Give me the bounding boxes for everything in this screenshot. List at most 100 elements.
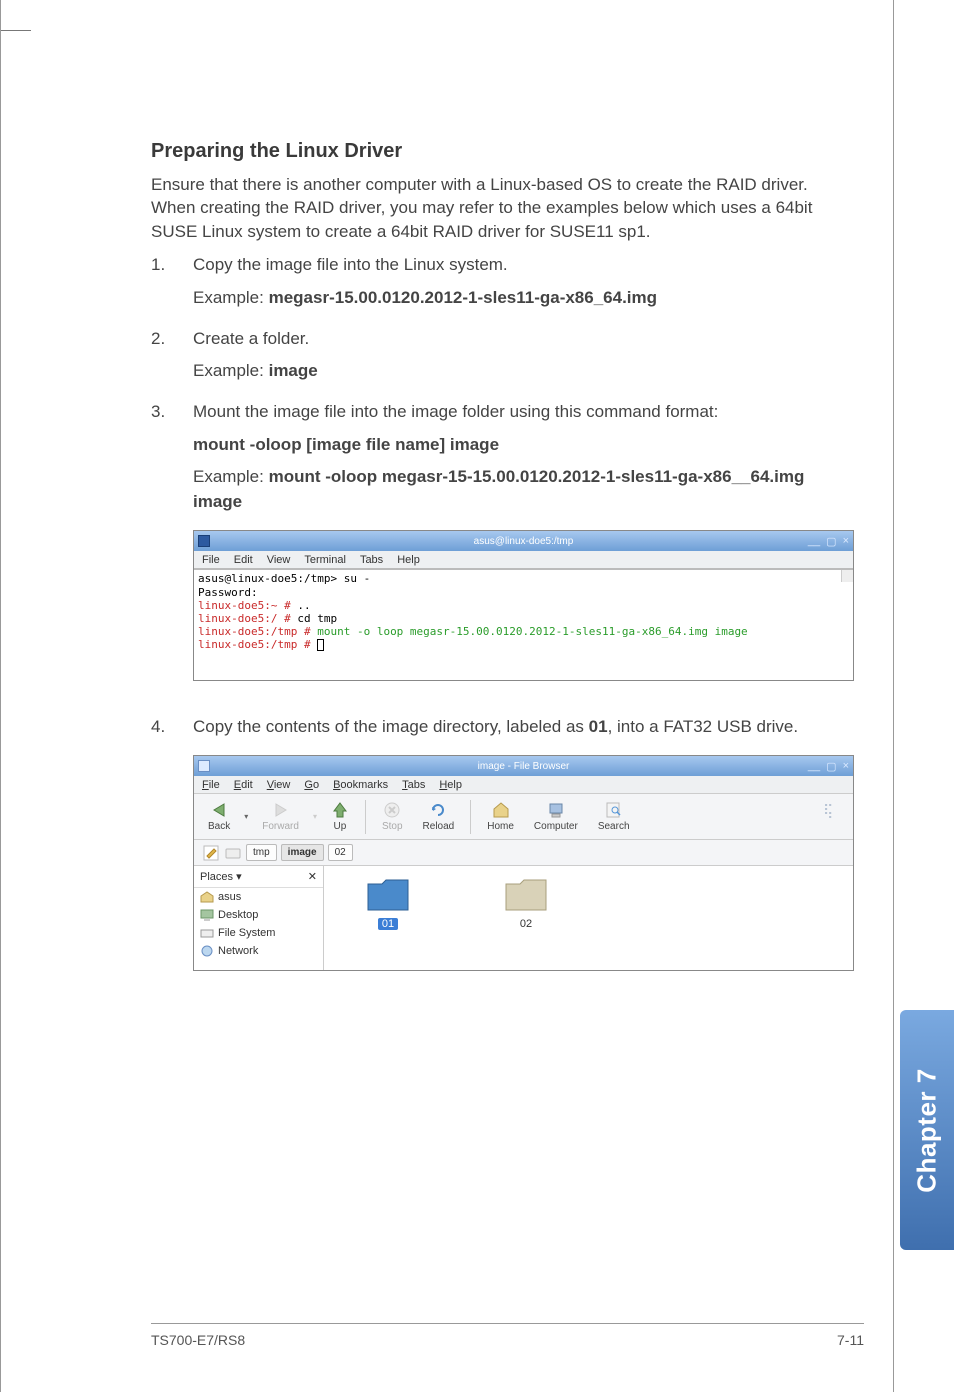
sidebar-item-network[interactable]: Network — [194, 942, 323, 960]
menu-terminal[interactable]: Terminal — [304, 554, 346, 566]
step-2: 2. Create a folder. Example: image — [151, 327, 854, 392]
up-icon — [331, 801, 349, 819]
path-edit-icon[interactable] — [202, 844, 220, 862]
maximize-button[interactable]: ▢ — [826, 535, 836, 548]
sidebar-item-asus[interactable]: asus — [194, 888, 323, 906]
network-icon — [200, 945, 214, 957]
toolbar-label: Reload — [423, 821, 455, 832]
footer-page-number: 7-11 — [837, 1332, 864, 1348]
home-button[interactable]: Home — [481, 801, 520, 832]
close-button[interactable]: × — [843, 760, 849, 773]
chapter-tab: Chapter 7 — [900, 1010, 954, 1250]
terminal-cmd: .. — [291, 599, 311, 612]
reload-icon — [429, 801, 447, 819]
file-browser-window: image - File Browser __ ▢ × File Edit Vi… — [193, 755, 854, 971]
file-browser-sidebar: Places ▾ ✕ asus Desktop File System — [194, 866, 324, 970]
command-format: mount -oloop [image file name] image — [193, 433, 854, 458]
terminal-title: asus@linux-doe5:/tmp — [474, 536, 574, 547]
folder-02[interactable]: 02 — [502, 874, 550, 962]
stop-icon — [383, 801, 401, 819]
menu-bookmarks[interactable]: Bookmarks — [333, 779, 388, 791]
search-button[interactable]: Search — [592, 801, 636, 832]
path-root-icon[interactable] — [224, 846, 242, 860]
sidebar-item-filesystem[interactable]: File System — [194, 924, 323, 942]
file-browser-title: image - File Browser — [478, 761, 570, 772]
back-button[interactable]: Back — [202, 801, 236, 832]
sidebar-item-label: Desktop — [218, 909, 258, 921]
folder-icon — [364, 874, 412, 914]
forward-icon — [272, 801, 290, 819]
step-text: , into a FAT32 USB drive. — [608, 717, 799, 736]
menu-edit[interactable]: Edit — [234, 554, 253, 566]
search-icon — [605, 801, 623, 819]
menu-tabs[interactable]: Tabs — [360, 554, 383, 566]
file-browser-menubar: File Edit View Go Bookmarks Tabs Help — [194, 776, 853, 794]
drive-icon — [200, 927, 214, 939]
path-crumb-current[interactable]: image — [281, 844, 324, 861]
menu-view[interactable]: View — [267, 554, 291, 566]
scrollbar-icon[interactable] — [841, 570, 853, 582]
up-button[interactable]: Up — [325, 801, 355, 832]
reload-button[interactable]: Reload — [417, 801, 461, 832]
terminal-menubar: File Edit View Terminal Tabs Help — [194, 551, 853, 569]
step-number: 1. — [151, 253, 193, 318]
folder-label: 01 — [378, 918, 398, 930]
menu-file[interactable]: File — [202, 779, 220, 791]
maximize-button[interactable]: ▢ — [826, 760, 836, 773]
terminal-cmd — [311, 638, 318, 651]
path-crumb[interactable]: 02 — [328, 844, 353, 861]
terminal-prompt: linux-doe5:/tmp # — [198, 625, 311, 638]
back-icon — [210, 801, 228, 819]
toolbar-label: Search — [598, 821, 630, 832]
page-footer: TS700-E7/RS8 7-11 — [151, 1323, 864, 1348]
home-folder-icon — [200, 891, 214, 903]
terminal-line: Password: — [198, 586, 258, 599]
step-1: 1. Copy the image file into the Linux sy… — [151, 253, 854, 318]
file-browser-titlebar: image - File Browser __ ▢ × — [194, 756, 853, 776]
computer-button[interactable]: Computer — [528, 801, 584, 832]
terminal-body[interactable]: asus@linux-doe5:/tmp> su - Password: lin… — [194, 569, 853, 679]
menu-file[interactable]: File — [202, 554, 220, 566]
menu-help[interactable]: Help — [397, 554, 420, 566]
menu-tabs[interactable]: Tabs — [402, 779, 425, 791]
example-value: image — [269, 361, 318, 380]
example-value: mount -oloop megasr-15-15.00.0120.2012-1… — [193, 467, 804, 511]
menu-go[interactable]: Go — [304, 779, 319, 791]
sidebar-item-desktop[interactable]: Desktop — [194, 906, 323, 924]
step-3: 3. Mount the image file into the image f… — [151, 400, 854, 523]
throbber-icon: ⠋⠙ — [823, 806, 845, 828]
toolbar-label: Back — [208, 821, 230, 832]
chevron-down-icon[interactable]: ▾ — [244, 812, 248, 821]
terminal-icon — [198, 535, 210, 547]
folder-icon — [198, 760, 210, 772]
menu-edit[interactable]: Edit — [234, 779, 253, 791]
folder-01[interactable]: 01 — [364, 874, 412, 962]
sidebar-places-dropdown[interactable]: Places ▾ — [200, 870, 242, 883]
stop-button: Stop — [376, 801, 409, 832]
example-value: megasr-15.00.0120.2012-1-sles11-ga-x86_6… — [269, 288, 657, 307]
toolbar-label: Up — [334, 821, 347, 832]
terminal-line: asus@linux-doe5:/tmp> su - — [198, 572, 370, 585]
file-browser-toolbar: Back ▾ Forward ▾ Up Stop — [194, 794, 853, 840]
step-text: Mount the image file into the image fold… — [193, 400, 854, 425]
toolbar-label: Computer — [534, 821, 578, 832]
menu-help[interactable]: Help — [439, 779, 462, 791]
sidebar-item-label: asus — [218, 891, 241, 903]
menu-view[interactable]: View — [267, 779, 291, 791]
step-number: 3. — [151, 400, 193, 523]
toolbar-label: Home — [487, 821, 514, 832]
file-browser-main[interactable]: 01 02 — [324, 866, 853, 970]
step-number: 4. — [151, 715, 193, 748]
folder-label: 02 — [520, 918, 532, 930]
terminal-prompt: linux-doe5:/ # — [198, 612, 291, 625]
step-text: Copy the contents of the image directory… — [193, 717, 589, 736]
example-prefix: Example: — [193, 361, 269, 380]
minimize-button[interactable]: __ — [808, 535, 820, 548]
terminal-titlebar: asus@linux-doe5:/tmp __ ▢ × — [194, 531, 853, 551]
intro-paragraph: Ensure that there is another computer wi… — [151, 173, 854, 243]
minimize-button[interactable]: __ — [808, 760, 820, 773]
sidebar-close-icon[interactable]: ✕ — [308, 870, 317, 883]
close-button[interactable]: × — [843, 535, 849, 548]
path-crumb[interactable]: tmp — [246, 844, 277, 861]
section-heading: Preparing the Linux Driver — [151, 140, 854, 163]
